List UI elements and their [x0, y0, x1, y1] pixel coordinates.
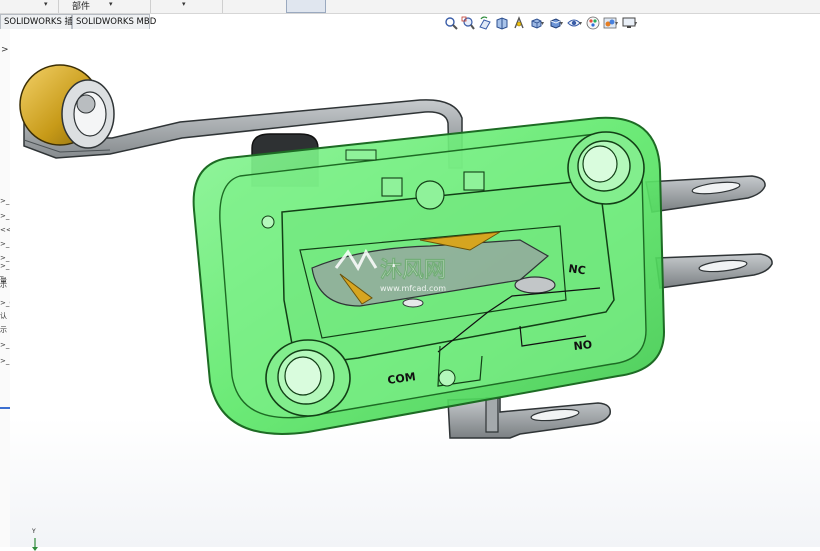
- right-terminals: [645, 175, 773, 289]
- watermark-logo: 沐风网: [380, 258, 446, 283]
- watermark-url: www.mfcad.com: [380, 284, 446, 293]
- model-render[interactable]: NC NO COM 沐风网 www.mfcad.com: [0, 0, 820, 547]
- triad-icon: [32, 538, 38, 551]
- roller: [19, 64, 115, 149]
- bottom-terminal: [447, 397, 611, 439]
- nc-label: NC: [568, 262, 587, 277]
- triad-y-label: Y: [32, 528, 36, 535]
- no-label: NO: [573, 338, 593, 353]
